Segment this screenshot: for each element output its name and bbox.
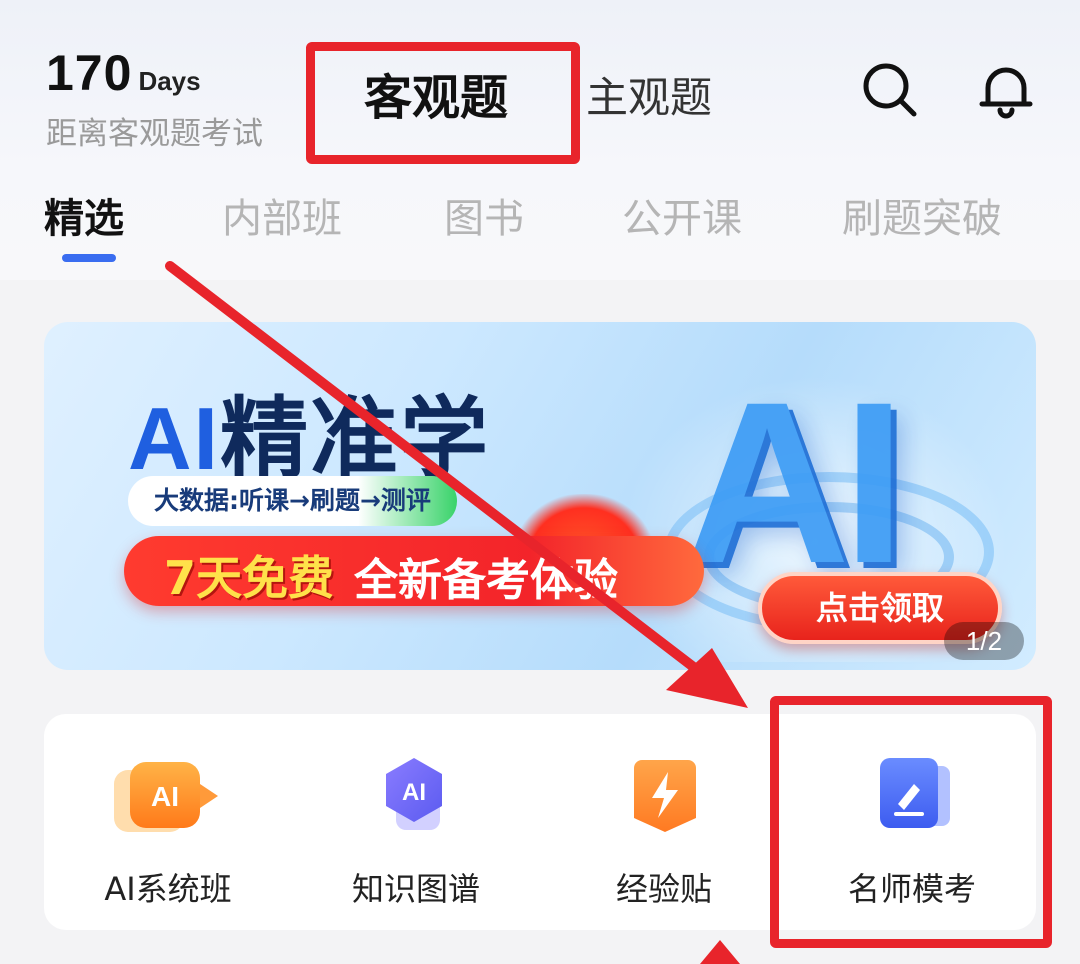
tab-internal-class[interactable]: 内部班 [222,186,342,244]
active-tab-underline [62,254,116,262]
lightning-icon [604,748,724,844]
banner-title-rest: 精准学 [220,387,491,490]
countdown-unit: Days [138,66,201,96]
knowledge-graph-icon-text: AI [402,779,426,806]
countdown-number: 170 [46,45,133,101]
offer-highlight: 7天免费 [164,551,335,605]
bell-icon[interactable] [974,58,1038,122]
search-icon[interactable] [858,58,922,122]
knowledge-graph-icon: AI [356,748,476,844]
offer-text: 全新备考体验 [354,555,618,606]
annotation-highlight-mock-exam [770,696,1052,948]
banner-flow-pill: 大数据:听课→刷题→测评 [128,476,457,526]
promo-banner[interactable]: AI AI精准学 大数据:听课→刷题→测评 7天免费 全新备考体验 点击领取 1… [44,322,1036,670]
banner-title-ai: AI [128,389,220,488]
annotation-highlight-objective-tab [306,42,580,164]
tab-subjective[interactable]: 主观题 [586,64,712,125]
feature-label: AI系统班 [104,870,232,908]
ai-class-icon: AI [108,748,228,844]
feature-label: 知识图谱 [351,870,480,908]
tab-featured[interactable]: 精选 [44,186,124,244]
banner-page-indicator: 1/2 [944,622,1024,660]
feature-label: 经验贴 [615,870,712,908]
exam-countdown: 170 Days [46,44,201,102]
tab-books[interactable]: 图书 [444,186,524,244]
category-tabs: 精选 内部班 图书 公开课 刷题突破 [0,186,1080,256]
tab-practice-breakthrough[interactable]: 刷题突破 [842,186,1002,244]
countdown-caption: 距离客观题考试 [46,116,263,152]
ai-class-icon-text: AI [151,781,179,812]
feature-experience-posts[interactable]: 经验贴 [540,714,788,930]
feature-knowledge-graph[interactable]: AI 知识图谱 [292,714,540,930]
feature-ai-system-class[interactable]: AI AI系统班 [44,714,292,930]
tab-open-course[interactable]: 公开课 [622,186,742,244]
